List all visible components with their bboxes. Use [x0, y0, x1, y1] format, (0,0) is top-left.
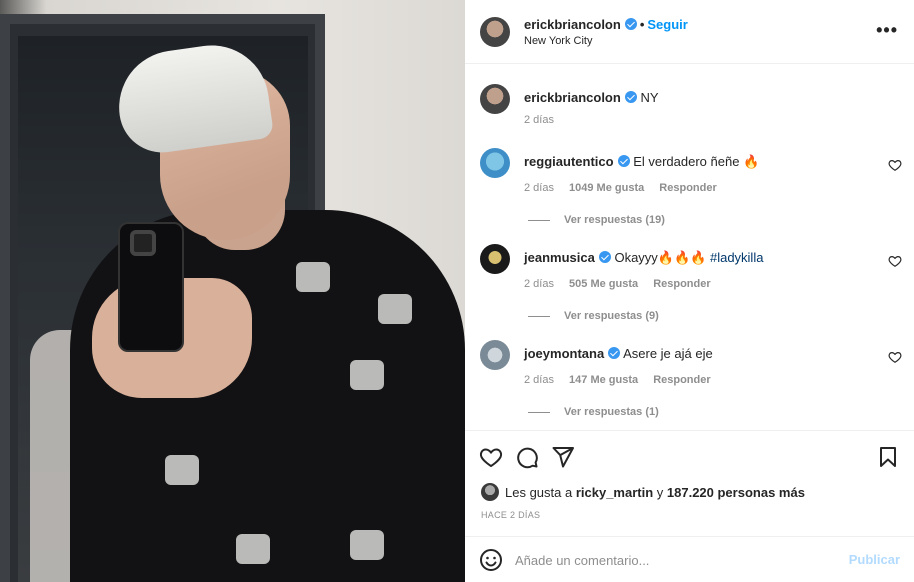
- liker-username[interactable]: ricky_martin: [576, 485, 653, 500]
- comments-list[interactable]: erickbriancolon NY 2 días reggiautentico…: [465, 64, 914, 430]
- comment-text: El verdadero ñeñe 🔥: [633, 154, 760, 169]
- post-panel: erickbriancolon • Seguir New York City •••…: [465, 0, 914, 582]
- view-replies-label: Ver respuestas (19): [564, 214, 665, 226]
- comment-avatar[interactable]: [480, 244, 510, 274]
- view-replies-label: Ver respuestas (9): [564, 310, 659, 322]
- comment-time[interactable]: 2 días: [524, 278, 554, 290]
- verified-badge-icon: [624, 91, 637, 103]
- comment-text-row: reggiautentico El verdadero ñeñe 🔥: [524, 154, 759, 170]
- likes-prefix: Les gusta a: [505, 485, 576, 500]
- comment-time[interactable]: 2 días: [524, 182, 554, 194]
- separator-dot: •: [639, 17, 645, 32]
- comment-username[interactable]: jeanmusica: [524, 250, 595, 265]
- comment-username[interactable]: reggiautentico: [524, 154, 614, 169]
- comment-time[interactable]: 2 días: [524, 374, 554, 386]
- like-comment-heart-icon[interactable]: [888, 350, 902, 364]
- like-heart-icon[interactable]: [479, 445, 503, 469]
- verified-badge-icon: [608, 347, 621, 359]
- likes-count[interactable]: 187.220 personas más: [667, 485, 805, 500]
- sweater-pattern: [378, 294, 412, 324]
- sweater-pattern: [350, 530, 384, 560]
- caption-text: NY: [640, 90, 659, 105]
- comment-text: Asere je ajá eje: [623, 346, 713, 361]
- comment-username[interactable]: joeymontana: [524, 346, 604, 361]
- view-replies-button[interactable]: Ver respuestas (9): [528, 310, 659, 322]
- verified-badge-icon: [617, 155, 630, 167]
- comment-meta: 2 días 147 Me gusta Responder: [524, 374, 723, 386]
- comment-avatar[interactable]: [480, 148, 510, 178]
- comment-hashtag[interactable]: #ladykilla: [710, 250, 763, 265]
- comment-avatar[interactable]: [480, 340, 510, 370]
- view-replies-button[interactable]: Ver respuestas (19): [528, 214, 665, 226]
- post-timestamp[interactable]: HACE 2 DÍAS: [481, 510, 540, 520]
- sweater-pattern: [350, 360, 384, 390]
- share-paper-plane-icon[interactable]: [551, 445, 575, 469]
- add-comment-bar: Publicar: [465, 536, 914, 582]
- like-comment-heart-icon[interactable]: [888, 158, 902, 172]
- reply-button[interactable]: Responder: [659, 182, 716, 194]
- author-avatar[interactable]: [480, 17, 510, 47]
- replies-divider: [528, 219, 550, 221]
- replies-divider: [528, 411, 550, 413]
- more-options-icon[interactable]: •••: [876, 20, 898, 41]
- comment-meta: 2 días 1049 Me gusta Responder: [524, 182, 729, 194]
- sweater-pattern: [165, 455, 199, 485]
- comment-bubble-icon[interactable]: [515, 445, 539, 469]
- caption-meta: 2 días: [524, 114, 566, 126]
- caption-avatar[interactable]: [480, 84, 510, 114]
- emoji-smiley-icon[interactable]: [479, 548, 503, 572]
- view-replies-label: Ver respuestas (1): [564, 406, 659, 418]
- save-bookmark-icon[interactable]: [876, 445, 900, 469]
- post-header: erickbriancolon • Seguir New York City •••: [465, 0, 914, 64]
- follow-button[interactable]: Seguir: [647, 17, 687, 32]
- comment-meta: 2 días 505 Me gusta Responder: [524, 278, 723, 290]
- likes-summary[interactable]: Les gusta a ricky_martin y 187.220 perso…: [481, 483, 805, 501]
- like-comment-heart-icon[interactable]: [888, 254, 902, 268]
- post-photo[interactable]: [0, 0, 465, 582]
- verified-badge-icon: [598, 251, 611, 263]
- comment-likes[interactable]: 1049 Me gusta: [569, 182, 644, 194]
- author-row: erickbriancolon • Seguir: [524, 17, 688, 32]
- sweater-pattern: [296, 262, 330, 292]
- likes-middle: y: [653, 485, 667, 500]
- comment-text-row: jeanmusica Okayyy🔥🔥🔥 #ladykilla: [524, 250, 763, 266]
- verified-badge-icon: [624, 18, 637, 30]
- caption-username[interactable]: erickbriancolon: [524, 90, 621, 105]
- replies-divider: [528, 315, 550, 317]
- add-comment-input[interactable]: [515, 547, 835, 573]
- post-actions: Les gusta a ricky_martin y 187.220 perso…: [465, 430, 914, 532]
- reply-button[interactable]: Responder: [653, 278, 710, 290]
- comment-likes[interactable]: 505 Me gusta: [569, 278, 638, 290]
- comment-text-row: joeymontana Asere je ajá eje: [524, 346, 713, 361]
- liker-avatar: [481, 483, 499, 501]
- caption-text-row: erickbriancolon NY: [524, 90, 659, 105]
- caption-time[interactable]: 2 días: [524, 114, 554, 126]
- author-username[interactable]: erickbriancolon: [524, 17, 621, 32]
- instagram-post-modal: erickbriancolon • Seguir New York City •••…: [0, 0, 914, 582]
- reply-button[interactable]: Responder: [653, 374, 710, 386]
- smartphone: [118, 222, 184, 352]
- view-replies-button[interactable]: Ver respuestas (1): [528, 406, 659, 418]
- phone-camera-icon: [130, 230, 156, 256]
- comment-text: Okayyy🔥🔥🔥: [614, 250, 710, 265]
- publish-button[interactable]: Publicar: [849, 552, 900, 567]
- comment-likes[interactable]: 147 Me gusta: [569, 374, 638, 386]
- post-location[interactable]: New York City: [524, 35, 592, 47]
- sweater-pattern: [236, 534, 270, 564]
